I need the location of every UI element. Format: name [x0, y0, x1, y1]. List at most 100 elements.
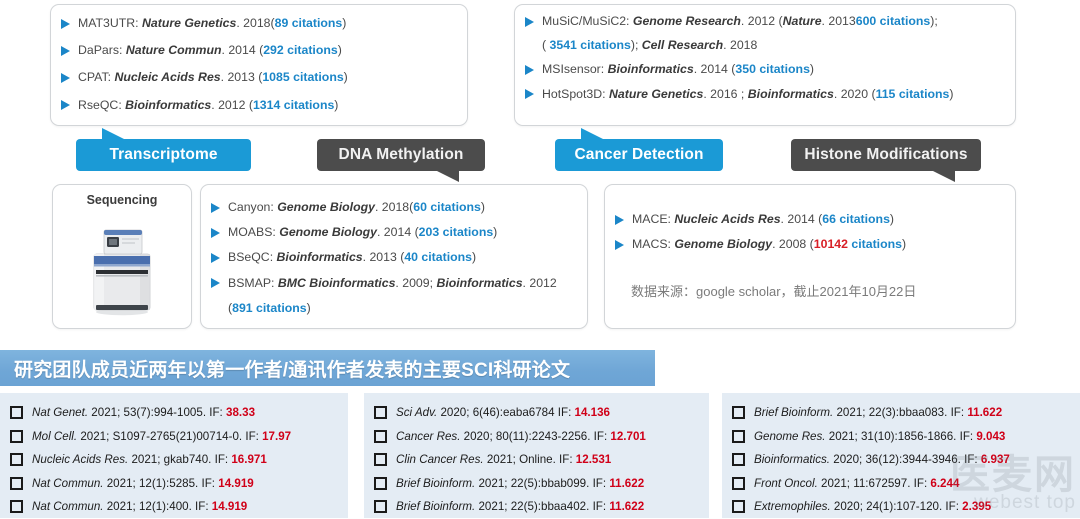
checkbox-icon[interactable] — [374, 429, 387, 443]
publication-item[interactable]: Genome Res. 2021; 31(10):1856-1866. IF: … — [732, 425, 1074, 449]
tool-entry: MACE: Nucleic Acids Res. 2014 (66 citati… — [615, 211, 1005, 227]
checkbox-icon[interactable] — [10, 429, 23, 443]
publication-text: Nat Commun. 2021; 12(1):400. IF: 14.919 — [32, 500, 248, 514]
citation-count: 1314 citations — [252, 97, 335, 112]
sci-section-header: 研究团队成员近两年以第一作者/通讯作者发表的主要SCI科研论文 — [0, 350, 655, 386]
publications-column-3: Brief Bioinform. 2021; 22(3):bbaa083. IF… — [722, 393, 1080, 518]
triangle-bullet-icon — [525, 16, 534, 27]
tool-entry: Canyon: Genome Biology. 2018(60 citation… — [211, 199, 577, 215]
publication-item[interactable]: Nat Commun. 2021; 12(1):400. IF: 14.919 — [10, 495, 342, 519]
sequencing-title: Sequencing — [86, 193, 158, 207]
publication-item[interactable]: Sci Adv. 2020; 6(46):eaba6784 IF: 14.136 — [374, 401, 703, 425]
citation-count: 891 citations — [232, 300, 307, 315]
checkbox-icon[interactable] — [732, 406, 745, 420]
citation-count: citations — [847, 237, 902, 252]
journal-name: Bioinformatics — [276, 250, 363, 265]
tool-name: MACE: — [632, 212, 671, 226]
sequencing-card: Sequencing — [52, 184, 192, 329]
publication-item[interactable]: Nat Commun. 2021; 12(1):5285. IF: 14.919 — [10, 472, 342, 496]
journal-name: Bioinformatics — [747, 86, 834, 101]
tool-entry-text: Canyon: Genome Biology. 2018(60 citation… — [228, 200, 486, 214]
impact-factor: 6.937 — [980, 453, 1010, 467]
impact-factor: 11.622 — [609, 476, 645, 490]
checkbox-icon[interactable] — [732, 500, 745, 514]
publication-item[interactable]: Brief Bioinform. 2021; 22(3):bbaa083. IF… — [732, 401, 1074, 425]
journal-name: Genome Biology — [674, 237, 773, 252]
citation-count: 3541 citations — [549, 38, 631, 53]
citation-count: 66 citations — [822, 212, 890, 226]
publication-item[interactable]: Cancer Res. 2020; 80(11):2243-2256. IF: … — [374, 425, 703, 449]
publication-text: Mol Cell. 2021; S1097-2765(21)00714-0. I… — [32, 429, 292, 443]
triangle-bullet-icon — [525, 89, 534, 100]
tool-entry-text: ( 3541 citations); Cell Research. 2018 — [542, 38, 758, 53]
publication-text: Clin Cancer Res. 2021; Online. IF: 12.53… — [396, 453, 612, 467]
journal-name: Genome Res. — [754, 429, 826, 443]
citation-count: 115 citations — [875, 86, 950, 101]
banner-transcriptome[interactable]: Transcriptome — [76, 128, 251, 171]
checkbox-icon[interactable] — [10, 476, 23, 490]
impact-factor: 14.136 — [574, 406, 610, 420]
journal-name: Bioinformatics — [125, 97, 212, 112]
triangle-bullet-icon — [211, 252, 220, 263]
checkbox-icon[interactable] — [374, 406, 387, 420]
tool-entry: ( 3541 citations); Cell Research. 2018 — [542, 37, 1005, 53]
journal-name: Brief Bioinform. — [754, 406, 834, 420]
publication-text: Front Oncol. 2021; 11:672597. IF: 6.244 — [754, 476, 960, 490]
citation-count: 600 citations — [855, 14, 931, 28]
tool-entry: MAT3UTR: Nature Genetics. 2018(89 citati… — [61, 15, 455, 31]
citation-count: 292 citations — [263, 43, 338, 58]
banner-cancer-detection[interactable]: Cancer Detection — [555, 128, 723, 171]
triangle-bullet-icon — [211, 227, 220, 238]
journal-name: Nucleic Acids Res. — [32, 453, 129, 467]
publication-text: Brief Bioinform. 2021; 22(5):bbab099. IF… — [396, 476, 645, 490]
publications-column-2: Sci Adv. 2020; 6(46):eaba6784 IF: 14.136… — [364, 393, 709, 518]
publication-item[interactable]: Bioinformatics. 2020; 36(12):3944-3946. … — [732, 448, 1074, 472]
publication-item[interactable]: Mol Cell. 2021; S1097-2765(21)00714-0. I… — [10, 425, 342, 449]
journal-name: Bioinformatics — [607, 62, 694, 77]
checkbox-icon[interactable] — [10, 500, 23, 514]
publication-text: Brief Bioinform. 2021; 22(5):bbaa402. IF… — [396, 500, 645, 514]
tool-entry-text: CPAT: Nucleic Acids Res. 2013 (1085 cita… — [78, 70, 348, 85]
triangle-bullet-icon — [211, 202, 220, 213]
tool-entry-text: HotSpot3D: Nature Genetics. 2016 ; Bioin… — [542, 86, 954, 101]
checkbox-icon[interactable] — [10, 453, 23, 467]
tool-entry: MSIsensor: Bioinformatics. 2014 (350 cit… — [525, 61, 1005, 77]
dna-methylation-tools-box: Canyon: Genome Biology. 2018(60 citation… — [200, 184, 588, 329]
triangle-bullet-icon — [61, 45, 70, 56]
publication-item[interactable]: Brief Bioinform. 2021; 22(5):bbaa402. IF… — [374, 495, 703, 519]
journal-name: Nucleic Acids Res — [674, 212, 781, 226]
tool-entry: MuSiC/MuSiC2: Genome Research. 2012 (Nat… — [525, 13, 1005, 29]
checkbox-icon[interactable] — [732, 453, 745, 467]
citation-count-highlight: 10142 — [813, 237, 848, 252]
impact-factor: 6.244 — [930, 476, 960, 490]
checkbox-icon[interactable] — [10, 406, 23, 420]
checkbox-icon[interactable] — [732, 476, 745, 490]
citation-count: 60 citations — [413, 200, 481, 214]
tool-entry-text: BSMAP: BMC Bioinformatics. 2009; Bioinfo… — [228, 275, 557, 290]
publication-item[interactable]: Nat Genet. 2021; 53(7):994-1005. IF: 38.… — [10, 401, 342, 425]
tool-entry-text: MuSiC/MuSiC2: Genome Research. 2012 (Nat… — [542, 14, 938, 28]
publication-item[interactable]: Brief Bioinform. 2021; 22(5):bbab099. IF… — [374, 472, 703, 496]
sequencer-illustration-icon — [93, 229, 151, 316]
histone-modification-tools-box: MACE: Nucleic Acids Res. 2014 (66 citati… — [604, 184, 1016, 329]
publication-item[interactable]: Nucleic Acids Res. 2021; gkab740. IF: 16… — [10, 448, 342, 472]
checkbox-icon[interactable] — [732, 429, 745, 443]
banner-histone-modifications[interactable]: Histone Modifications — [791, 139, 981, 182]
journal-name: Front Oncol. — [754, 476, 818, 490]
checkbox-icon[interactable] — [374, 476, 387, 490]
journal-name: Extremophiles. — [754, 500, 831, 514]
publication-item[interactable]: Extremophiles. 2020; 24(1):107-120. IF: … — [732, 495, 1074, 519]
tool-entry-text: MAT3UTR: Nature Genetics. 2018(89 citati… — [78, 16, 347, 30]
publication-item[interactable]: Front Oncol. 2021; 11:672597. IF: 6.244 — [732, 472, 1074, 496]
tool-name: MACS: — [632, 237, 671, 252]
tool-entry-text: BSeQC: Bioinformatics. 2013 (40 citation… — [228, 250, 477, 265]
checkbox-icon[interactable] — [374, 453, 387, 467]
publication-item[interactable]: Clin Cancer Res. 2021; Online. IF: 12.53… — [374, 448, 703, 472]
publication-text: Cancer Res. 2020; 80(11):2243-2256. IF: … — [396, 429, 646, 443]
banner-dna-methylation[interactable]: DNA Methylation — [317, 139, 485, 182]
journal-name: Nature Genetics — [142, 16, 237, 30]
journal-name: Genome Biology — [279, 225, 377, 240]
tool-name: HotSpot3D: — [542, 86, 606, 101]
checkbox-icon[interactable] — [374, 500, 387, 514]
journal-name: Genome Research — [632, 14, 741, 28]
